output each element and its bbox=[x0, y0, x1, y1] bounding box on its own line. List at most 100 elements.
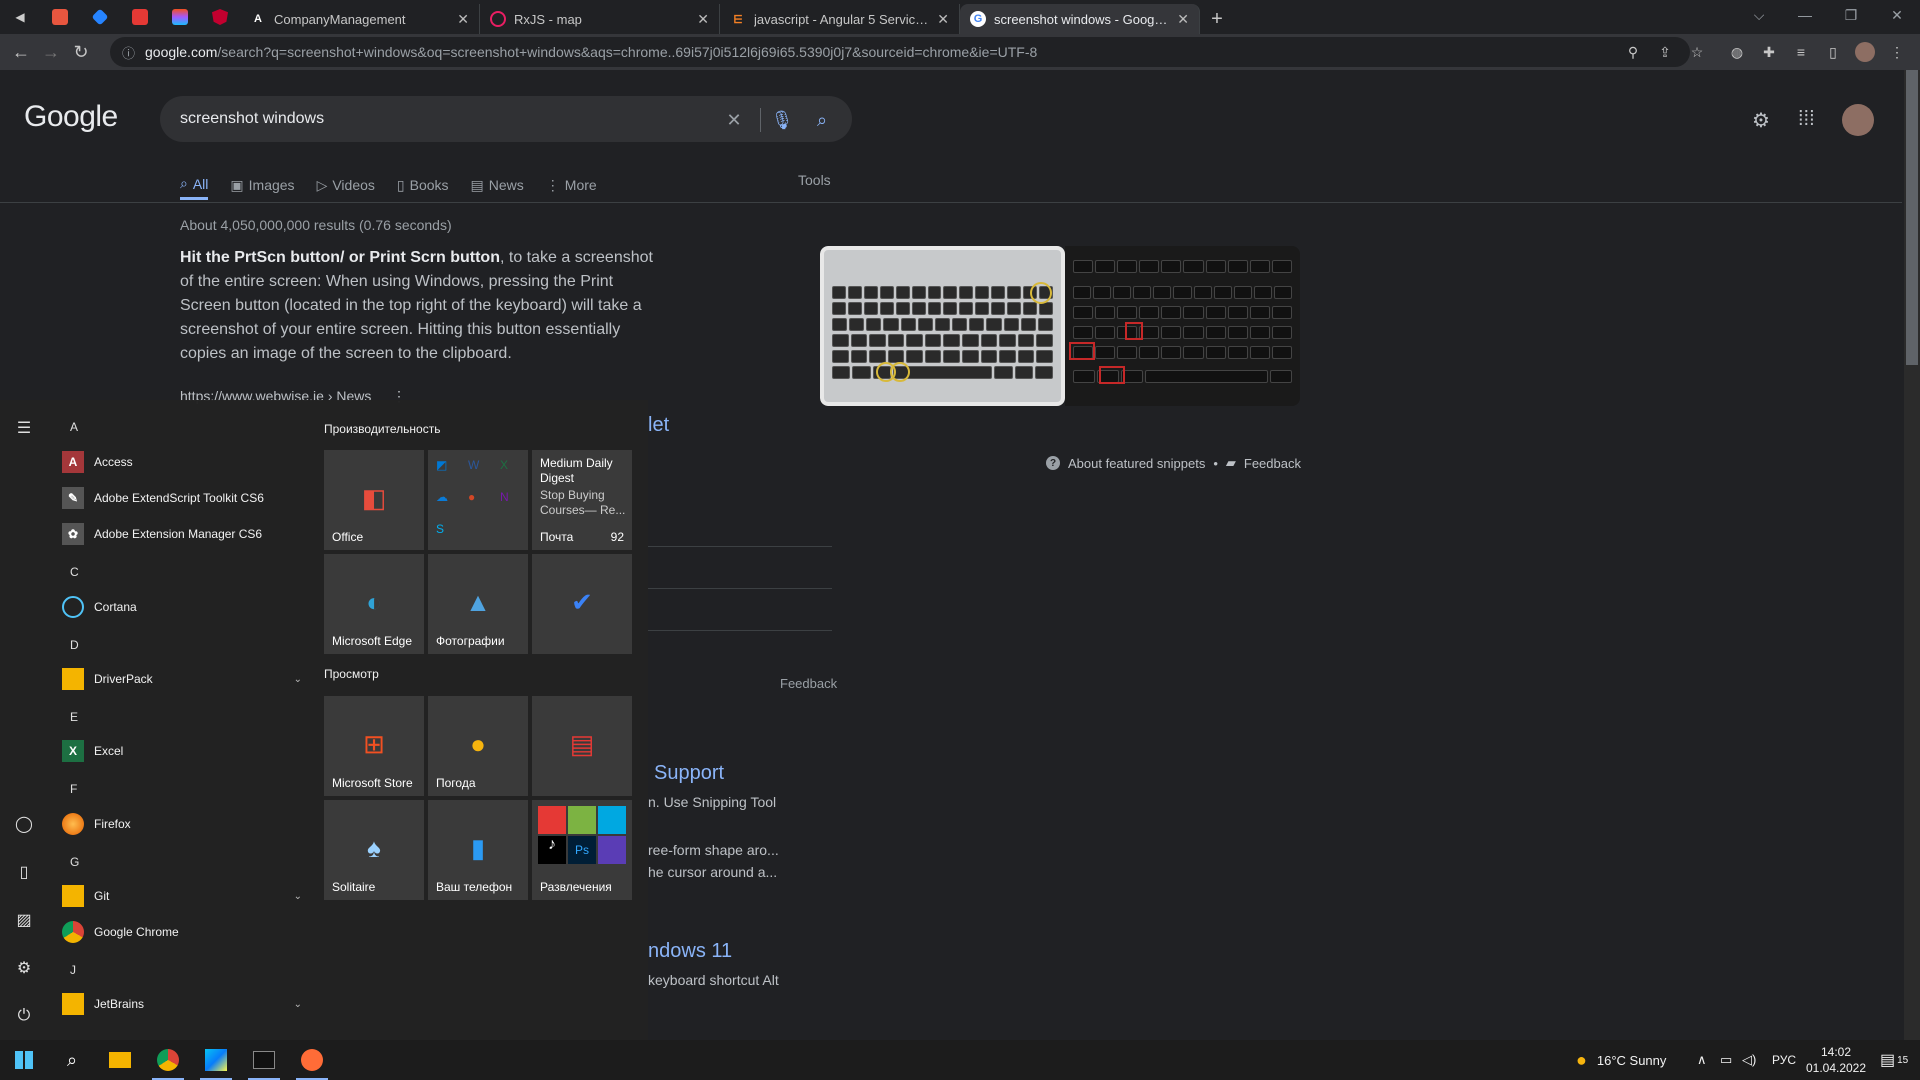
media-queue-icon[interactable]: ≡ bbox=[1790, 41, 1812, 63]
tab-news[interactable]: ▤ News bbox=[471, 170, 524, 200]
search-input[interactable]: screenshot windows bbox=[160, 96, 852, 142]
back-icon[interactable]: ← bbox=[6, 37, 36, 67]
letter-header[interactable]: G bbox=[70, 855, 79, 869]
about-featured-snippets-link[interactable]: About featured snippets bbox=[1068, 456, 1205, 471]
app-cortana[interactable]: Cortana bbox=[62, 592, 302, 622]
weather-widget[interactable]: ● 16°C Sunny bbox=[1576, 1040, 1666, 1080]
app-google-chrome[interactable]: Google Chrome bbox=[62, 917, 302, 947]
bookmark-star-icon[interactable]: ☆ bbox=[1686, 41, 1708, 63]
tile-office[interactable]: ◧ Office bbox=[324, 450, 424, 550]
clear-search-icon[interactable]: ✕ bbox=[722, 108, 746, 132]
volume-icon[interactable]: ◁) bbox=[1742, 1040, 1756, 1080]
minimize-button[interactable]: — bbox=[1782, 0, 1828, 30]
show-hidden-icons-icon[interactable]: ∧ bbox=[1697, 1040, 1707, 1080]
result-title-link[interactable]: let bbox=[648, 414, 669, 437]
chevron-down-icon[interactable]: ⌄ bbox=[294, 999, 302, 1010]
result-windows11-link[interactable]: ndows 11 bbox=[648, 940, 732, 963]
forward-icon[interactable]: → bbox=[36, 37, 66, 67]
notification-center-icon[interactable]: ▤ 15 bbox=[1880, 1040, 1908, 1080]
app-adobe-extendscript[interactable]: ✎ Adobe ExtendScript Toolkit CS6 bbox=[62, 483, 302, 513]
close-icon[interactable]: ✕ bbox=[457, 11, 469, 28]
webstorm-icon[interactable] bbox=[192, 1040, 240, 1080]
tile-solitaire[interactable]: ♠ Solitaire bbox=[324, 800, 424, 900]
tile-weather[interactable]: ● Погода bbox=[428, 696, 528, 796]
app-adobe-extension-manager[interactable]: ✿ Adobe Extension Manager CS6 bbox=[62, 519, 302, 549]
app-access[interactable]: A Access bbox=[62, 447, 302, 477]
hamburger-menu-icon[interactable]: ☰ bbox=[12, 416, 36, 440]
tile-todo[interactable]: ✔ bbox=[532, 554, 632, 654]
tab-videos[interactable]: ▷ Videos bbox=[317, 170, 375, 200]
address-bar[interactable]: ⓘ google.com/search?q=screenshot+windows… bbox=[110, 37, 1690, 67]
postman-icon[interactable] bbox=[288, 1040, 336, 1080]
location-icon[interactable]: ⚲ bbox=[1622, 41, 1644, 63]
file-explorer-icon[interactable] bbox=[96, 1040, 144, 1080]
chrome-icon[interactable] bbox=[144, 1040, 192, 1080]
site-info-icon[interactable]: ⓘ bbox=[122, 43, 135, 62]
app-git[interactable]: Git ⌄ bbox=[62, 881, 302, 911]
chevron-down-icon[interactable]: ⌄ bbox=[294, 891, 302, 902]
share-icon[interactable]: ⇪ bbox=[1654, 41, 1676, 63]
language-indicator[interactable]: РУС bbox=[1772, 1040, 1796, 1080]
feedback-link[interactable]: Feedback bbox=[1244, 456, 1301, 471]
tab-rxjs-map[interactable]: RxJS - map ✕ bbox=[480, 4, 720, 34]
tab-google-search[interactable]: G screenshot windows - Google Se ✕ bbox=[960, 4, 1200, 34]
tab-images[interactable]: ▣ Images bbox=[230, 170, 294, 200]
pinned-tab-figma[interactable] bbox=[160, 0, 200, 34]
tile-office-apps[interactable]: ◩ W X ☁ ● N S bbox=[428, 450, 528, 550]
tab-search-icon[interactable]: ⌵ bbox=[1736, 0, 1782, 30]
clock[interactable]: 14:02 01.04.2022 bbox=[1806, 1040, 1866, 1080]
app-driverpack[interactable]: DriverPack ⌄ bbox=[62, 664, 302, 694]
letter-header[interactable]: D bbox=[70, 638, 79, 652]
app-excel[interactable]: X Excel bbox=[62, 736, 302, 766]
puzzle-extensions-icon[interactable]: ✚ bbox=[1758, 41, 1780, 63]
account-avatar[interactable] bbox=[1842, 104, 1874, 136]
tile-photos[interactable]: ▲ Фотографии bbox=[428, 554, 528, 654]
restore-button[interactable]: ❐ bbox=[1828, 0, 1874, 30]
terminal-icon[interactable] bbox=[240, 1040, 288, 1080]
tab-companymanagement[interactable]: A CompanyManagement ✕ bbox=[240, 4, 480, 34]
letter-header[interactable]: J bbox=[70, 963, 76, 977]
featured-snippet-image[interactable] bbox=[820, 246, 1300, 406]
page-scrollbar-thumb[interactable] bbox=[1906, 70, 1918, 365]
tab-search-arrow-icon[interactable]: ◀ bbox=[0, 0, 40, 34]
user-account-icon[interactable]: ◯ bbox=[12, 812, 36, 836]
result-support-link[interactable]: Support bbox=[654, 762, 724, 785]
letter-header[interactable]: E bbox=[70, 710, 78, 724]
pinned-tab-angular[interactable] bbox=[200, 0, 240, 34]
microphone-icon[interactable]: 🎙 bbox=[770, 108, 794, 132]
pictures-icon[interactable]: ▨ bbox=[12, 908, 36, 932]
pinned-tab-brave[interactable] bbox=[40, 0, 80, 34]
tile-entertainment[interactable]: ♪ Ps Развлечения bbox=[532, 800, 632, 900]
profile-avatar[interactable] bbox=[1854, 41, 1876, 63]
search-icon[interactable]: ⌕ bbox=[48, 1040, 96, 1080]
windows-start-icon[interactable] bbox=[0, 1040, 48, 1080]
group-header[interactable]: Просмотр bbox=[324, 667, 379, 681]
tab-stackoverflow[interactable]: ⋿ javascript - Angular 5 Service to r ✕ bbox=[720, 4, 960, 34]
app-firefox[interactable]: Firefox bbox=[62, 809, 302, 839]
google-logo[interactable]: Google bbox=[24, 100, 118, 134]
documents-icon[interactable]: ▯ bbox=[12, 860, 36, 884]
reload-icon[interactable]: ↻ bbox=[66, 37, 96, 67]
apps-grid-icon[interactable]: ⁞⁞⁞ bbox=[1798, 108, 1815, 131]
new-tab-button[interactable]: + bbox=[1200, 4, 1234, 34]
chevron-down-icon[interactable]: ⌄ bbox=[294, 674, 302, 685]
tile-your-phone[interactable]: ▮ Ваш телефон bbox=[428, 800, 528, 900]
pinned-tab-red[interactable] bbox=[120, 0, 160, 34]
close-icon[interactable]: ✕ bbox=[937, 11, 949, 28]
tab-all[interactable]: ⌕ All bbox=[180, 170, 209, 200]
power-icon[interactable]: ⏻ bbox=[12, 1004, 36, 1028]
letter-header[interactable]: F bbox=[70, 782, 77, 796]
tile-edge[interactable]: ◐ Microsoft Edge bbox=[324, 554, 424, 654]
tile-microsoft-store[interactable]: ⊞ Microsoft Store bbox=[324, 696, 424, 796]
extension-icon[interactable]: ◍ bbox=[1726, 41, 1748, 63]
tab-books[interactable]: ▯ Books bbox=[397, 170, 449, 200]
app-jetbrains[interactable]: JetBrains ⌄ bbox=[62, 989, 302, 1019]
close-icon[interactable]: ✕ bbox=[1177, 11, 1189, 28]
group-header[interactable]: Производительность bbox=[324, 422, 440, 436]
network-icon[interactable]: ▭ bbox=[1720, 1040, 1732, 1080]
paa-feedback-link[interactable]: Feedback bbox=[780, 676, 837, 691]
browser-menu-icon[interactable]: ⋮ bbox=[1886, 41, 1908, 63]
tools-button[interactable]: Tools bbox=[798, 172, 831, 188]
pinned-tab-jira[interactable] bbox=[80, 0, 120, 34]
close-icon[interactable]: ✕ bbox=[697, 11, 709, 28]
